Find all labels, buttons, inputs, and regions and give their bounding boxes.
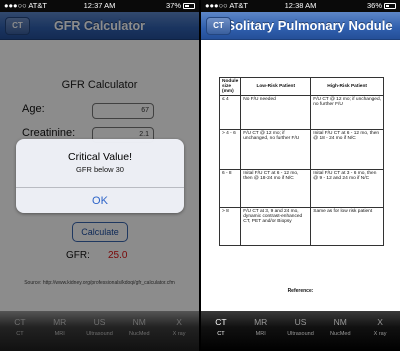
cell-high-risk: Inital F/U CT at 3 - 6 mo, then @ 9 - 12… [310, 169, 384, 208]
header-low-risk: Low-Risk Patient [240, 77, 312, 96]
tab-mri-label: MRI [54, 331, 65, 337]
tab-xray-label: X ray [373, 331, 387, 337]
tab-xray-abbr: X [176, 317, 182, 327]
tab-bar: CT CT MR MRI US Ultrasound NM NucMed X X… [0, 311, 199, 351]
tab-mri-label: MRI [255, 331, 266, 337]
tab-ct[interactable]: CT CT [201, 311, 241, 351]
back-button[interactable]: CT [206, 17, 231, 35]
tab-ct-label: CT [16, 331, 24, 337]
tab-nucmed-abbr: NM [132, 317, 146, 327]
cell-size: ≤ 4 [218, 95, 242, 130]
cell-size: 6 - 8 [218, 169, 242, 208]
table-row: > 8 F/U CT at 3, 9 and 24 mo, dynamic co… [218, 207, 384, 246]
tab-nucmed-label: NucMed [330, 331, 351, 337]
tab-ultrasound[interactable]: US Ultrasound [281, 311, 321, 351]
status-bar: ●●●○○ AT&T 12:37 AM 37% [0, 0, 199, 12]
reference-label: Reference: [287, 288, 314, 294]
header-nodule-size: Nodule size (mm) [218, 77, 242, 96]
tab-xray[interactable]: X X ray [360, 311, 400, 351]
tab-nucmed[interactable]: NM NucMed [119, 311, 159, 351]
tab-mri-abbr: MR [53, 317, 67, 327]
tab-ultrasound-label: Ultrasound [287, 331, 314, 337]
tab-xray[interactable]: X X ray [159, 311, 199, 351]
battery-icon [183, 3, 195, 9]
phone-gfr-calculator: ●●●○○ AT&T 12:37 AM 37% CT GFR Calculato… [0, 0, 199, 351]
nodule-guideline-table: Nodule size (mm) Low-Risk Patient High-R… [218, 77, 384, 246]
cell-high-risk: F/U CT @ 12 mo; if unchanged, no further… [310, 95, 384, 130]
cell-low-risk: F/U CT at 3, 9 and 24 mo, dynamic contra… [240, 207, 312, 246]
table-row: > 4 - 6 F/U CT @ 12 mo; if unchanged, no… [218, 129, 384, 170]
battery-status: 36% [367, 0, 396, 12]
header-high-risk: High-Risk Patient [310, 77, 384, 96]
tab-ct-abbr: CT [14, 317, 26, 327]
cell-size: > 4 - 6 [218, 129, 242, 170]
battery-percent: 36% [366, 1, 382, 10]
table-row: ≤ 4 No F/U needed F/U CT @ 12 mo; if unc… [218, 95, 384, 130]
battery-icon [384, 3, 396, 9]
cell-low-risk: No F/U needed [240, 95, 312, 130]
tab-mri[interactable]: MR MRI [40, 311, 80, 351]
battery-percent: 37% [165, 1, 181, 10]
tab-ct-label: CT [217, 331, 225, 337]
tab-ultrasound-abbr: US [93, 317, 106, 327]
tab-xray-abbr: X [377, 317, 383, 327]
tab-nucmed-abbr: NM [333, 317, 347, 327]
cell-high-risk: Inital F/U CT at 6 - 12 mo, then @ 18 - … [310, 129, 384, 170]
status-bar: ●●●○○ AT&T 12:38 AM 36% [201, 0, 400, 12]
guideline-content: Nodule size (mm) Low-Risk Patient High-R… [201, 41, 400, 311]
tab-ct[interactable]: CT CT [0, 311, 40, 351]
cell-high-risk: Same as for low risk patient [310, 207, 384, 246]
alert-ok-button[interactable]: OK [16, 187, 184, 213]
table-row: 6 - 8 Inital F/U CT at 6 - 12 mo, then @… [218, 169, 384, 208]
tab-xray-label: X ray [172, 331, 186, 337]
cell-size: > 8 [218, 207, 242, 246]
tab-mri[interactable]: MR MRI [241, 311, 281, 351]
tab-nucmed-label: NucMed [129, 331, 150, 337]
tab-ultrasound-label: Ultrasound [86, 331, 113, 337]
screenshot-frame: ●●●○○ AT&T 12:37 AM 37% CT GFR Calculato… [0, 0, 400, 351]
tab-mri-abbr: MR [254, 317, 268, 327]
tab-nucmed[interactable]: NM NucMed [320, 311, 360, 351]
tab-ct-abbr: CT [215, 317, 227, 327]
battery-status: 37% [166, 0, 195, 12]
alert-title: Critical Value! [68, 151, 132, 163]
cell-low-risk: F/U CT @ 12 mo; if unchanged, no further… [240, 129, 312, 170]
cell-low-risk: Inital F/U CT at 6 - 12 mo, then @ 18-24… [240, 169, 312, 208]
navigation-bar: CT Solitary Pulmonary Nodule [201, 12, 400, 40]
critical-value-alert: Critical Value! GFR below 30 OK [16, 139, 184, 213]
tab-ultrasound[interactable]: US Ultrasound [80, 311, 120, 351]
alert-message: GFR below 30 [76, 165, 124, 174]
phone-pulmonary-nodule: ●●●○○ AT&T 12:38 AM 36% CT Solitary Pulm… [201, 0, 400, 351]
tab-bar: CT CT MR MRI US Ultrasound NM NucMed X X… [201, 311, 400, 351]
tab-ultrasound-abbr: US [294, 317, 307, 327]
table-header-row: Nodule size (mm) Low-Risk Patient High-R… [218, 77, 384, 96]
